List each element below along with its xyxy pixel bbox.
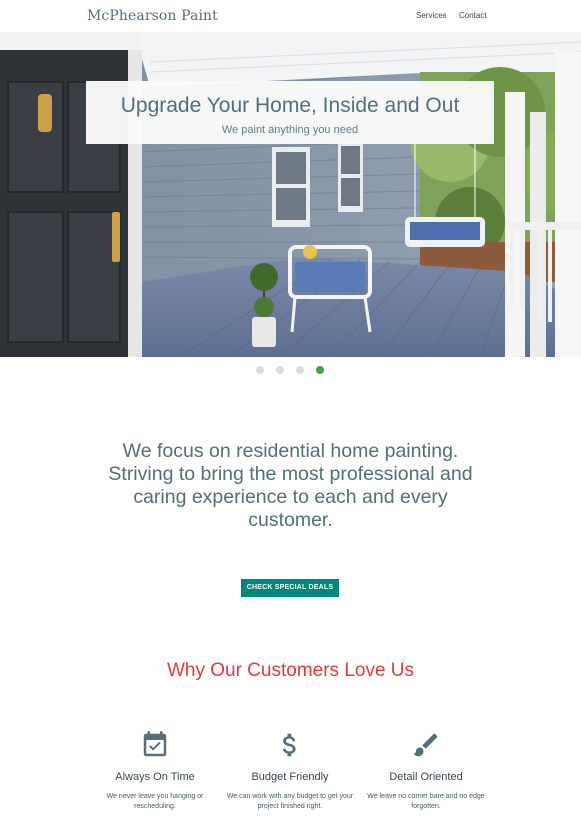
site-logo[interactable]: McPhearson Paint: [87, 8, 218, 24]
intro-statement: We focus on residential home painting. S…: [108, 440, 473, 531]
dollar-icon: [282, 733, 296, 757]
nav-link-contact[interactable]: Contact: [459, 11, 487, 20]
feature-title: Always On Time: [115, 771, 195, 783]
carousel-dot-3[interactable]: [296, 366, 304, 374]
nav-link-services[interactable]: Services: [416, 11, 447, 20]
carousel-dot-4[interactable]: [316, 366, 324, 374]
hero-caption-card: Upgrade Your Home, Inside and Out We pai…: [86, 81, 494, 144]
carousel-dot-2[interactable]: [276, 366, 284, 374]
check-special-deals-button[interactable]: CHECK SPECIAL DEALS: [241, 579, 339, 597]
feature-always-on-time: Always On Time We never leave you hangin…: [95, 730, 215, 810]
hero-subtitle: We paint anything you need: [221, 124, 359, 136]
carousel-dot-1[interactable]: [256, 366, 264, 374]
feature-title: Budget Friendly: [251, 771, 329, 783]
hero-title: Upgrade Your Home, Inside and Out: [120, 94, 460, 117]
feature-title: Detail Oriented: [389, 771, 463, 783]
top-nav: McPhearson Paint Services Contact: [0, 0, 581, 32]
feature-description: We can work with any budget to get your …: [226, 793, 354, 810]
paint-brush-icon: [413, 733, 438, 757]
why-heading: Why Our Customers Love Us: [166, 660, 415, 681]
calendar-check-icon: [143, 731, 167, 757]
feature-description: We leave no corner bare and no edge forg…: [367, 793, 485, 810]
feature-budget-friendly: Budget Friendly We can work with any bud…: [227, 730, 353, 810]
feature-description: We never leave you hanging or rescheduli…: [106, 793, 204, 810]
feature-detail-oriented: Detail Oriented We leave no corner bare …: [366, 730, 486, 810]
hero-carousel: Upgrade Your Home, Inside and Out We pai…: [0, 32, 581, 357]
